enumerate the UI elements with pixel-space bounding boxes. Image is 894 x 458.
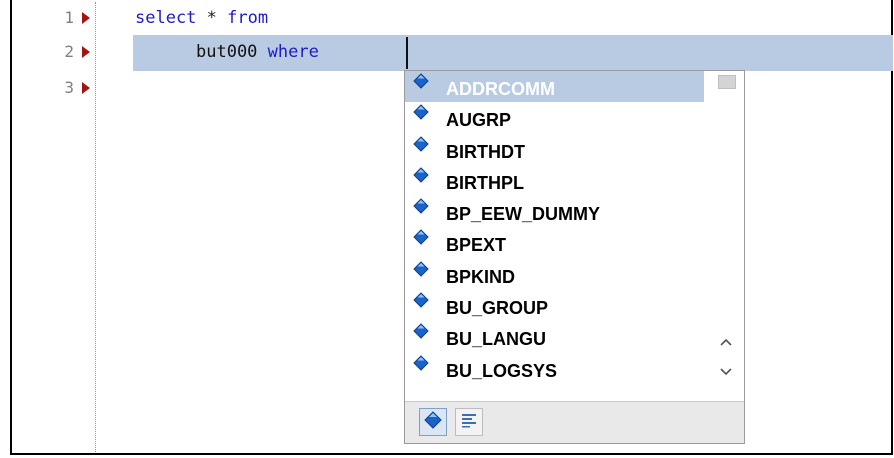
autocomplete-footer [405, 401, 744, 443]
scrollbar-thumb[interactable] [718, 75, 736, 89]
line-marker-icon [82, 46, 90, 58]
autocomplete-item-label: BP_EEW_DUMMY [446, 204, 601, 225]
line-marker-icon [82, 82, 90, 94]
code-line-1[interactable]: select * from [135, 7, 268, 29]
autocomplete-item[interactable]: BU_LANGU [405, 321, 705, 352]
autocomplete-item-label: BPKIND [446, 266, 516, 287]
fields-filter-button[interactable] [419, 408, 447, 436]
field-diamond-icon [413, 73, 429, 89]
field-diamond-icon [413, 354, 429, 371]
autocomplete-popup[interactable]: ADDRCOMM AUGRP BIRTHDT BIRTHPL BP_EEW_DUMMY B… [404, 70, 745, 444]
field-diamond-icon [413, 135, 429, 152]
autocomplete-item[interactable]: BU_LOGSYS [405, 353, 705, 384]
line-marker-icon [82, 12, 90, 24]
keyword-token: select [135, 8, 197, 28]
autocomplete-item-label: BPEXT [446, 235, 507, 256]
line-number-2: 2 [64, 42, 74, 61]
field-diamond-icon [413, 229, 429, 246]
autocomplete-item[interactable]: BU_GROUP [405, 290, 705, 321]
autocomplete-item-label: AUGRP [446, 110, 512, 131]
operator-token: * [196, 8, 228, 28]
text-filter-button[interactable] [455, 408, 483, 436]
chevron-up-icon[interactable] [715, 333, 737, 351]
keyword-token: from [227, 8, 269, 28]
chevron-down-icon[interactable] [715, 363, 737, 381]
field-diamond-icon [413, 292, 429, 308]
autocomplete-item-label: BU_LANGU [446, 329, 547, 350]
line-number-3: 3 [64, 78, 74, 97]
line-number-1: 1 [64, 8, 74, 27]
field-diamond-icon [413, 198, 429, 214]
field-diamond-icon [413, 167, 429, 183]
code-line-2[interactable]: but000 where [196, 41, 319, 63]
autocomplete-item-label: BIRTHPL [446, 172, 524, 193]
autocomplete-item[interactable]: ADDRCOMM [405, 71, 705, 103]
autocomplete-item-label: BU_LOGSYS [446, 360, 558, 381]
autocomplete-item[interactable]: BP_EEW_DUMMY [405, 196, 705, 227]
keyword-token: where [257, 42, 319, 62]
scrollbar[interactable] [704, 71, 744, 397]
field-diamond-icon [413, 323, 429, 340]
autocomplete-item[interactable]: BIRTHDT [405, 134, 705, 165]
lines-icon [461, 412, 477, 433]
gutter-divider [95, 2, 96, 452]
field-diamond-icon [424, 410, 442, 434]
autocomplete-item-label: BU_GROUP [446, 298, 549, 319]
autocomplete-item[interactable]: BPKIND [405, 259, 705, 290]
field-diamond-icon [413, 261, 429, 277]
autocomplete-item[interactable]: BPEXT [405, 227, 705, 258]
field-diamond-icon [413, 104, 429, 121]
autocomplete-item[interactable]: BIRTHPL [405, 165, 705, 196]
text-caret [406, 37, 408, 69]
autocomplete-item-label: ADDRCOMM [446, 79, 555, 99]
autocomplete-list[interactable]: ADDRCOMM AUGRP BIRTHDT BIRTHPL BP_EEW_DUMMY B… [405, 71, 705, 397]
table-token: but000 [196, 42, 258, 62]
autocomplete-item[interactable]: AUGRP [405, 102, 705, 133]
autocomplete-item-label: BIRTHDT [446, 141, 525, 162]
